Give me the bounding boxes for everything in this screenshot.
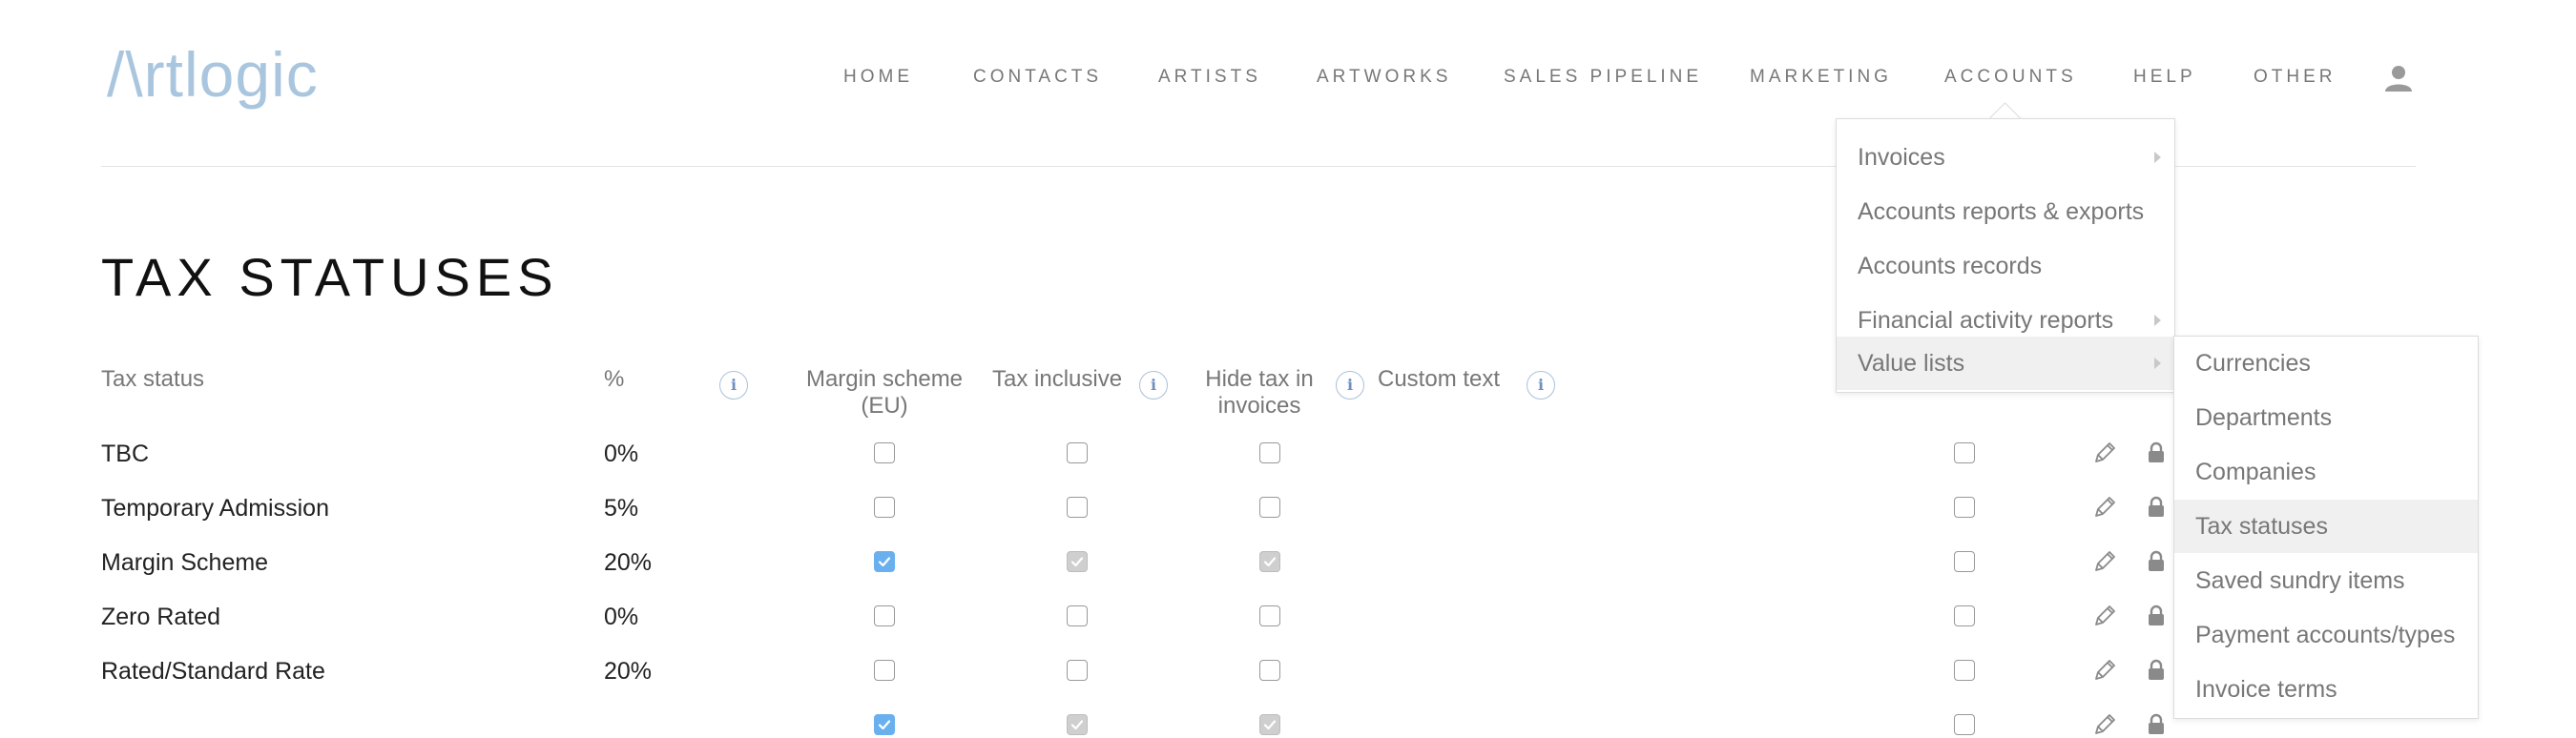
menu-item-label: Value lists: [1858, 350, 1965, 377]
page-title: TAX STATUSES: [101, 247, 559, 307]
tax-inclusive-checkbox[interactable]: [1067, 497, 1088, 518]
edit-pencil-icon[interactable]: [2091, 440, 2118, 466]
edit-pencil-icon[interactable]: [2091, 494, 2118, 521]
submenu-currencies[interactable]: Currencies: [2174, 337, 2478, 390]
submenu-companies[interactable]: Companies: [2174, 445, 2478, 499]
header-margin-scheme: Margin scheme (EU): [805, 366, 964, 419]
tax-status-name: TBC: [101, 441, 149, 467]
hide-tax-checkbox[interactable]: [1259, 551, 1280, 572]
header-tax-status: Tax status: [101, 366, 205, 392]
menu-accounts-records[interactable]: Accounts records: [1837, 239, 2174, 293]
tax-rate-percent: 20%: [604, 658, 653, 685]
header-percent: %: [604, 366, 625, 392]
menu-accounts-reports[interactable]: Accounts reports & exports: [1837, 185, 2174, 238]
tax-rate-percent: 0%: [604, 441, 639, 467]
tax-inclusive-checkbox[interactable]: [1067, 605, 1088, 626]
tax-rate-percent: 5%: [604, 495, 639, 522]
row-option-checkbox[interactable]: [1954, 442, 1975, 463]
nav-contacts[interactable]: CONTACTS: [973, 67, 1102, 88]
margin-scheme-checkbox[interactable]: [874, 497, 895, 518]
menu-item-label: Financial activity reports: [1858, 307, 2114, 334]
lock-icon: [2149, 550, 2164, 571]
nav-help[interactable]: HELP: [2133, 67, 2196, 88]
info-icon[interactable]: i: [1139, 371, 1168, 400]
margin-scheme-checkbox[interactable]: [874, 442, 895, 463]
nav-home[interactable]: HOME: [843, 67, 913, 88]
tax-status-name: Rated/Standard Rate: [101, 658, 325, 685]
info-icon[interactable]: i: [1527, 371, 1555, 400]
accounts-dropdown: Invoices Accounts reports & exports Acco…: [1836, 118, 2175, 393]
tax-status-name: Temporary Admission: [101, 495, 329, 522]
submenu-tax-statuses[interactable]: Tax statuses: [2174, 500, 2478, 553]
nav-other[interactable]: OTHER: [2254, 67, 2337, 88]
lock-icon: [2149, 605, 2164, 625]
tax-inclusive-checkbox[interactable]: [1067, 551, 1088, 572]
row-option-checkbox[interactable]: [1954, 660, 1975, 681]
row-option-checkbox[interactable]: [1954, 551, 1975, 572]
row-option-checkbox[interactable]: [1954, 497, 1975, 518]
margin-scheme-checkbox[interactable]: [874, 605, 895, 626]
edit-pencil-icon[interactable]: [2091, 711, 2118, 738]
lock-icon: [2149, 496, 2164, 517]
menu-item-label: Invoices: [1858, 144, 1945, 171]
nav-sales-pipeline[interactable]: SALES PIPELINE: [1504, 67, 1702, 88]
header-tax-inclusive: Tax inclusive: [992, 366, 1123, 392]
submenu-arrow-icon: [2154, 315, 2161, 326]
submenu-payment-accounts-types[interactable]: Payment accounts/types: [2174, 608, 2478, 662]
lock-icon: [2149, 659, 2164, 680]
tax-inclusive-checkbox[interactable]: [1067, 660, 1088, 681]
menu-invoices[interactable]: Invoices: [1837, 131, 2174, 184]
artlogic-logo[interactable]: /\rtlogic: [107, 38, 319, 111]
menu-item-label: Accounts reports & exports: [1858, 198, 2145, 225]
hide-tax-checkbox[interactable]: [1259, 660, 1280, 681]
value-lists-submenu: Currencies Departments Companies Tax sta…: [2173, 336, 2479, 719]
header-hide-tax: Hide tax in invoices: [1205, 366, 1314, 419]
info-icon[interactable]: i: [719, 371, 748, 400]
lock-icon: [2149, 713, 2164, 734]
submenu-arrow-icon: [2154, 152, 2161, 163]
user-icon[interactable]: [2383, 63, 2414, 93]
nav-artists[interactable]: ARTISTS: [1158, 67, 1261, 88]
tax-inclusive-checkbox[interactable]: [1067, 714, 1088, 735]
tax-status-name: Zero Rated: [101, 604, 221, 630]
hide-tax-checkbox[interactable]: [1259, 605, 1280, 626]
hide-tax-checkbox[interactable]: [1259, 497, 1280, 518]
submenu-invoice-terms[interactable]: Invoice terms: [2174, 663, 2478, 716]
tax-status-name: Margin Scheme: [101, 549, 269, 576]
margin-scheme-checkbox[interactable]: [874, 714, 895, 735]
menu-item-label: Accounts records: [1858, 253, 2043, 279]
submenu-departments[interactable]: Departments: [2174, 391, 2478, 444]
row-option-checkbox[interactable]: [1954, 714, 1975, 735]
hide-tax-checkbox[interactable]: [1259, 442, 1280, 463]
nav-marketing[interactable]: MARKETING: [1750, 67, 1892, 88]
nav-accounts[interactable]: ACCOUNTS: [1944, 67, 2077, 88]
menu-value-lists[interactable]: Value lists: [1837, 337, 2174, 390]
submenu-arrow-icon: [2154, 358, 2161, 369]
margin-scheme-checkbox[interactable]: [874, 551, 895, 572]
edit-pencil-icon[interactable]: [2091, 657, 2118, 684]
edit-pencil-icon[interactable]: [2091, 603, 2118, 629]
submenu-saved-sundry-items[interactable]: Saved sundry items: [2174, 554, 2478, 607]
info-icon[interactable]: i: [1336, 371, 1364, 400]
edit-pencil-icon[interactable]: [2091, 548, 2118, 575]
nav-artworks[interactable]: ARTWORKS: [1317, 67, 1451, 88]
lock-icon: [2149, 441, 2164, 462]
tax-rate-percent: 0%: [604, 604, 639, 630]
tax-rate-percent: 20%: [604, 549, 653, 576]
margin-scheme-checkbox[interactable]: [874, 660, 895, 681]
row-option-checkbox[interactable]: [1954, 605, 1975, 626]
tax-inclusive-checkbox[interactable]: [1067, 442, 1088, 463]
header-custom-text: Custom text: [1378, 366, 1501, 392]
hide-tax-checkbox[interactable]: [1259, 714, 1280, 735]
